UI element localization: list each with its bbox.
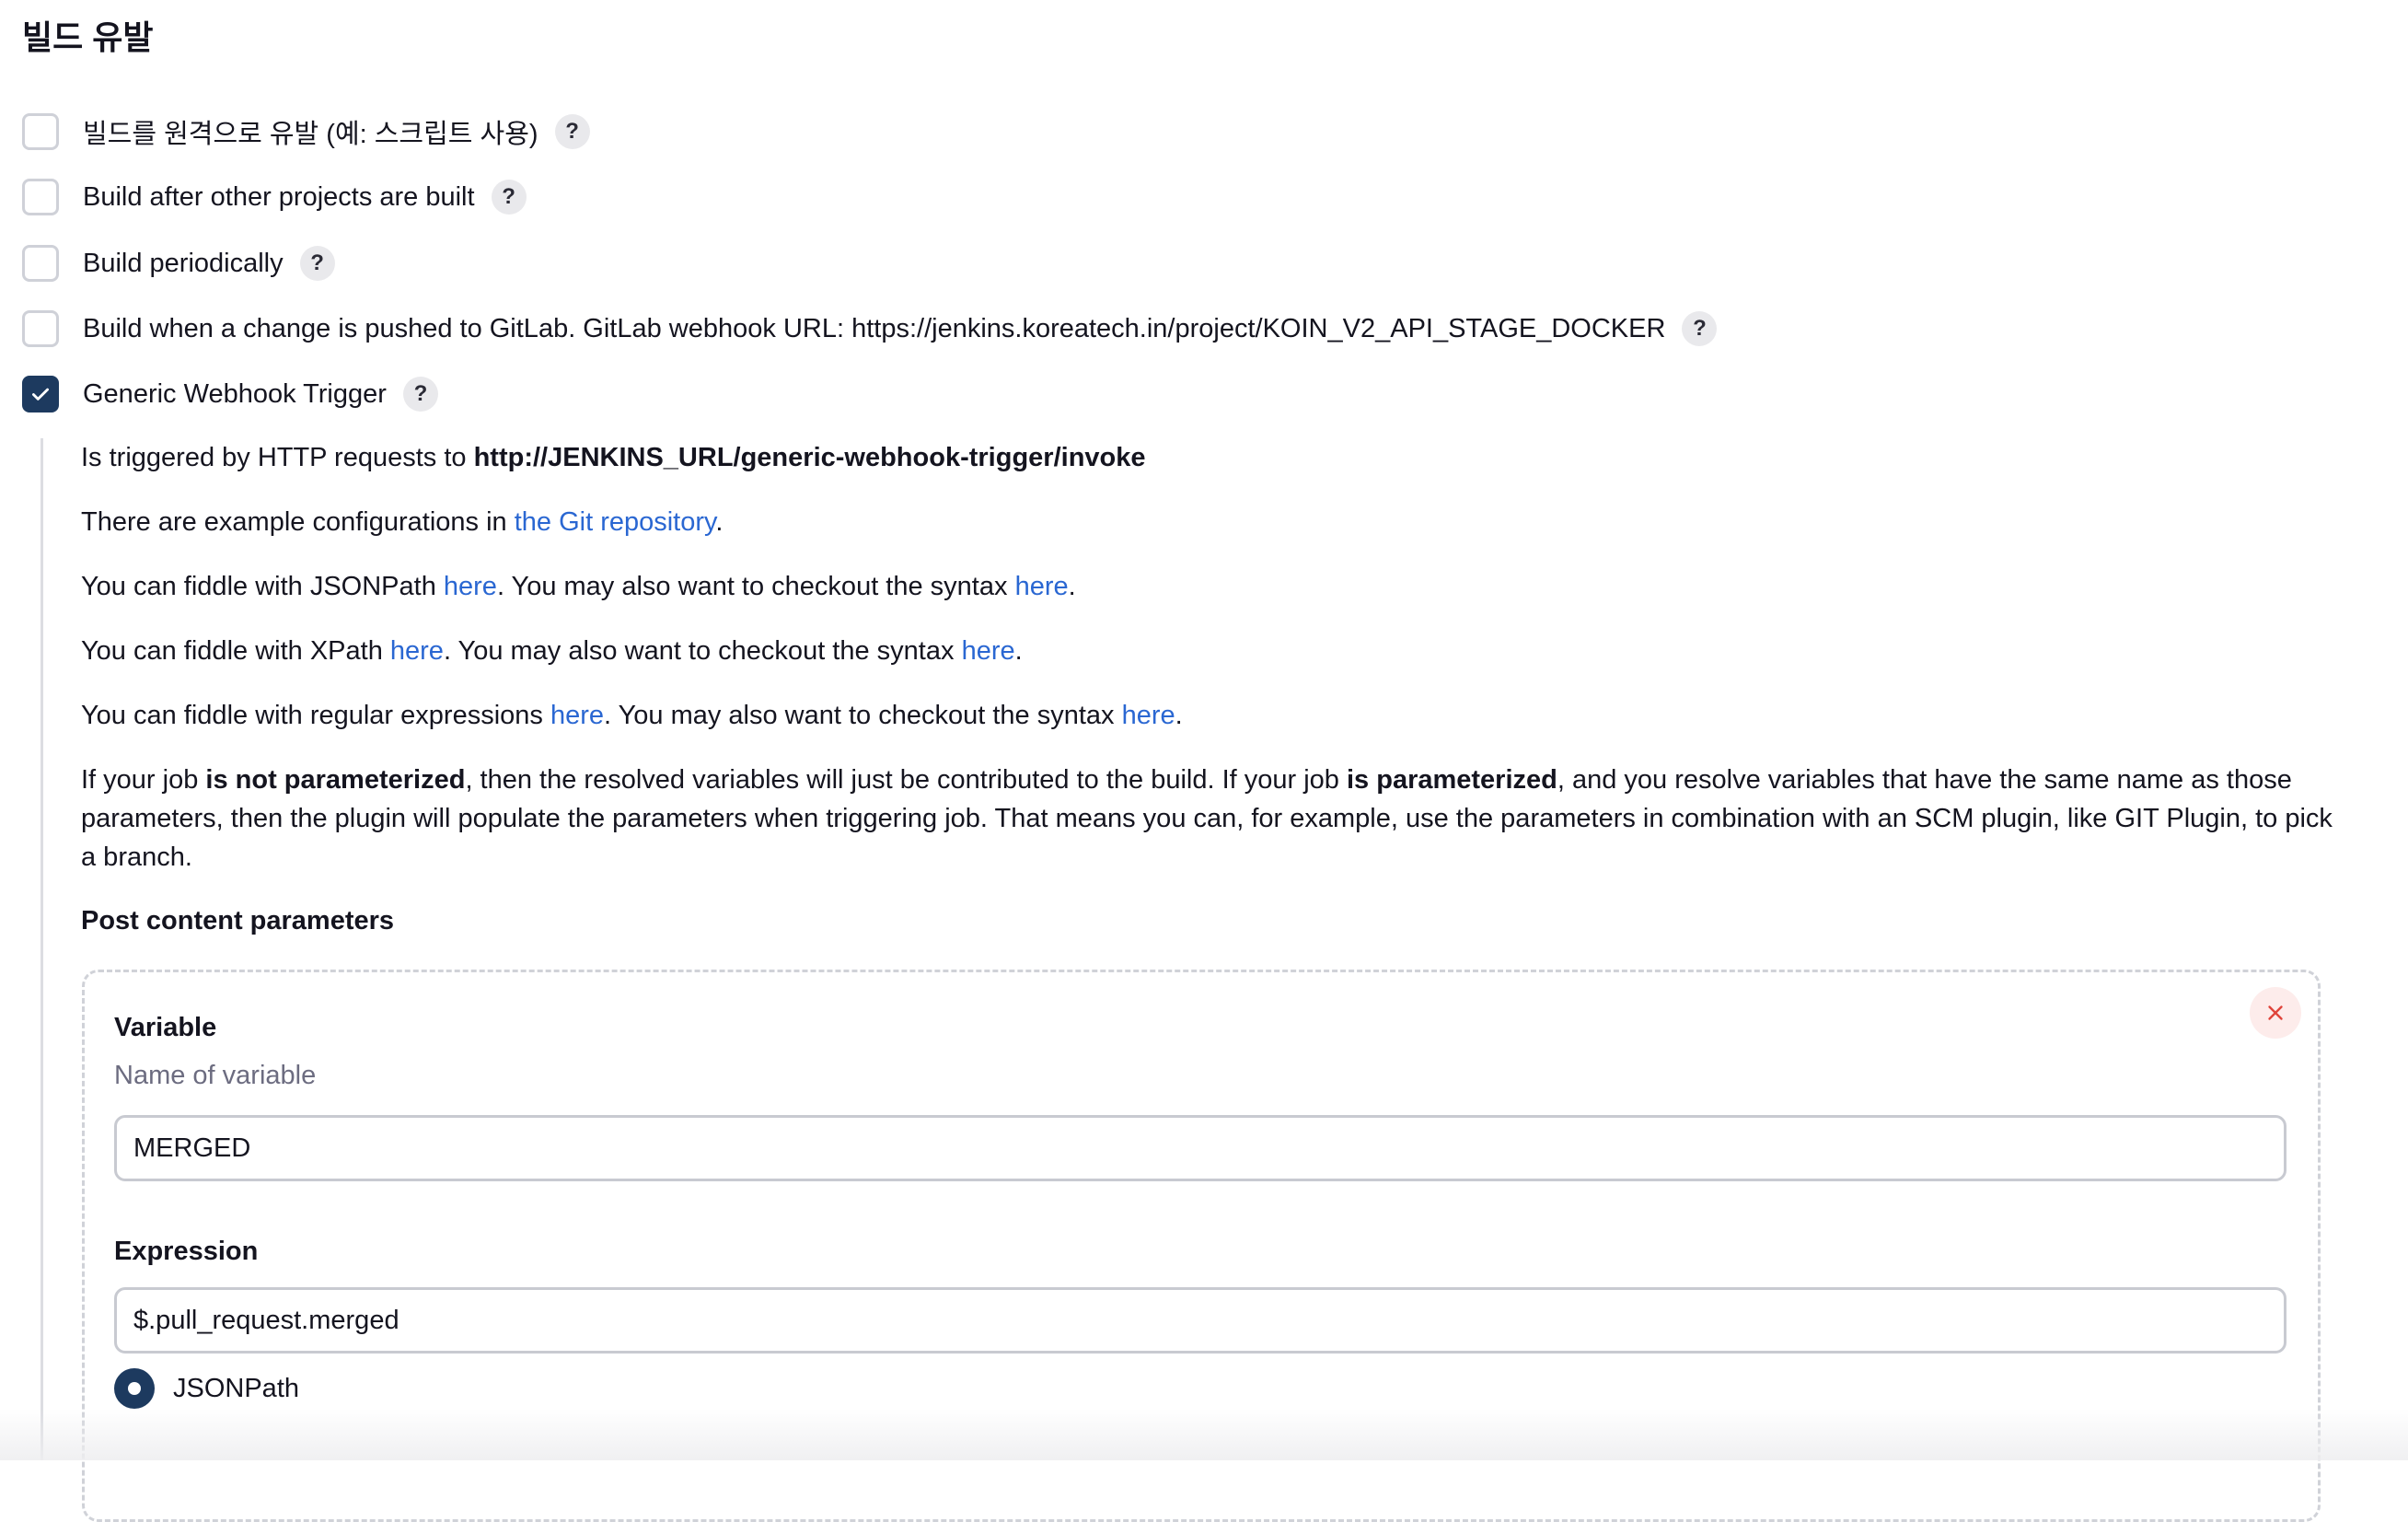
help-icon[interactable]: ? (402, 377, 438, 412)
help-icon[interactable]: ? (554, 114, 590, 149)
jsonpath-syntax-link[interactable]: here (1015, 572, 1069, 601)
syntax-middle: . You may also want to checkout the synt… (604, 701, 1122, 730)
trigger-url: http://JENKINS_URL/generic-webhook-trigg… (473, 443, 1146, 472)
delete-parameter-button[interactable] (2250, 987, 2301, 1039)
git-repository-link[interactable]: the Git repository (515, 507, 716, 537)
help-icon[interactable]: ? (1682, 311, 1718, 346)
jsonpath-fiddle-link[interactable]: here (444, 572, 497, 601)
param-bold-1: is not parameterized (205, 765, 466, 795)
trigger-generic-webhook-label[interactable]: Generic Webhook Trigger (83, 379, 387, 410)
jsonpath-radio[interactable] (114, 1368, 155, 1409)
trigger-periodic-checkbox[interactable] (22, 245, 59, 282)
trigger-after-projects-label[interactable]: Build after other projects are built (83, 182, 475, 213)
syntax-middle: . You may also want to checkout the synt… (443, 636, 962, 666)
expression-input[interactable] (114, 1287, 2286, 1354)
trigger-remote-checkbox[interactable] (22, 113, 59, 150)
expression-label: Expression (114, 1237, 259, 1266)
xpath-prefix: You can fiddle with XPath (81, 636, 390, 666)
close-icon (2268, 1005, 2283, 1020)
trigger-remote-label[interactable]: 빌드를 원격으로 유발 (예: 스크립트 사용) (83, 112, 538, 151)
trigger-gitlab-checkbox[interactable] (22, 310, 59, 347)
trigger-generic-webhook-checkbox[interactable] (22, 376, 59, 412)
trigger-generic-webhook-row: Generic Webhook Trigger ? (22, 373, 438, 415)
parameterized-explanation: If your job is not parameterized, then t… (81, 761, 2345, 877)
radio-selected-dot (128, 1382, 141, 1395)
variable-description: Name of variable (114, 1061, 317, 1090)
param-text-2: , then the resolved variables will just … (465, 765, 1347, 795)
post-content-parameters-heading: Post content parameters (81, 906, 395, 935)
syntax-middle: . You may also want to checkout the synt… (496, 572, 1015, 601)
help-icon[interactable]: ? (299, 246, 335, 281)
trigger-gitlab-row: Build when a change is pushed to GitLab.… (22, 308, 1718, 350)
jsonpath-radio-option[interactable]: JSONPath (114, 1368, 299, 1409)
xpath-text: You can fiddle with XPath here. You may … (81, 632, 2345, 670)
examples-text: There are example configurations in the … (81, 503, 2345, 541)
help-icon[interactable]: ? (491, 180, 527, 215)
param-text-1: If your job (81, 765, 206, 795)
regex-syntax-link[interactable]: here (1122, 701, 1175, 730)
regex-prefix: You can fiddle with regular expressions (81, 701, 550, 730)
trigger-periodic-label[interactable]: Build periodically (83, 249, 284, 279)
trigger-after-projects-row: Build after other projects are built ? (22, 176, 527, 218)
xpath-syntax-link[interactable]: here (962, 636, 1015, 666)
nested-section-divider (41, 438, 43, 1460)
regex-fiddle-link[interactable]: here (550, 701, 604, 730)
trigger-remote-row: 빌드를 원격으로 유발 (예: 스크립트 사용) ? (22, 110, 590, 153)
checkmark-icon (32, 388, 49, 401)
xpath-fiddle-link[interactable]: here (390, 636, 444, 666)
period: . (1175, 701, 1183, 730)
trigger-periodic-row: Build periodically ? (22, 242, 335, 285)
param-bold-2: is parameterized (1346, 765, 1557, 795)
variable-label: Variable (114, 1013, 217, 1042)
period: . (715, 507, 724, 537)
trigger-gitlab-label[interactable]: Build when a change is pushed to GitLab.… (83, 314, 1665, 344)
period: . (1014, 636, 1023, 666)
trigger-url-text: Is triggered by HTTP requests to http://… (81, 438, 2345, 477)
jsonpath-prefix: You can fiddle with JSONPath (81, 572, 444, 601)
section-title: 빌드 유발 (22, 18, 154, 56)
bottom-fade (0, 1409, 2408, 1460)
period: . (1068, 572, 1076, 601)
trigger-url-prefix: Is triggered by HTTP requests to (81, 443, 474, 472)
jsonpath-radio-label[interactable]: JSONPath (173, 1374, 299, 1404)
variable-name-input[interactable] (114, 1115, 2286, 1181)
regex-text: You can fiddle with regular expressions … (81, 696, 2345, 735)
examples-prefix: There are example configurations in (81, 507, 515, 537)
jsonpath-text: You can fiddle with JSONPath here. You m… (81, 567, 2345, 606)
trigger-after-projects-checkbox[interactable] (22, 179, 59, 215)
